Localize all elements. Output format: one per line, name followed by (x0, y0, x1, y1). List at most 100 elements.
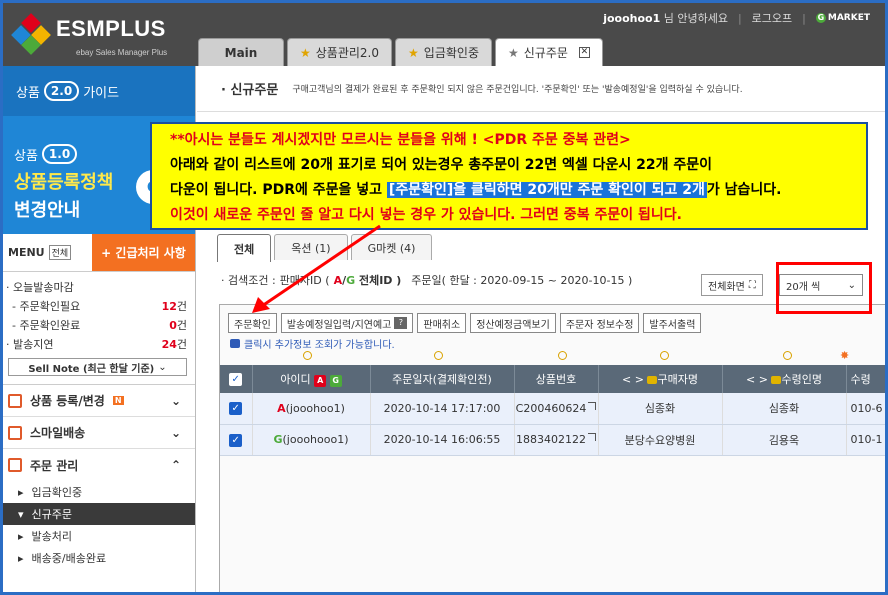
note-line2: 아래와 같이 리스트에 20개 표기로 되어 있는경우 총주문이 22면 엑셀 … (170, 157, 712, 173)
submenu-delivered[interactable]: ▸ 배송중/배송완료 (0, 547, 195, 569)
triangle-right-icon: ▸ (18, 551, 24, 565)
triangle-down-icon: ▾ (18, 507, 24, 521)
user-bar: jooohoo1 님 안녕하세요 | 로그오프 | G MARKET (603, 10, 870, 26)
divider: | (737, 11, 742, 25)
sort-arrows-icon: < > (746, 373, 768, 386)
tab-product-manage[interactable]: ★ 상품관리2.0 (287, 38, 393, 66)
col-receiver[interactable]: < > 수령인명 (722, 365, 847, 393)
row-checkbox[interactable]: ✓ (229, 402, 243, 416)
submenu-shipping[interactable]: ▸ 발송처리 (0, 525, 195, 547)
submenu-payment-check[interactable]: ▸ 입금확인중 (0, 481, 195, 503)
summary-row[interactable]: - 주문확인완료 0건 (6, 316, 187, 335)
gmarket-link[interactable]: G MARKET (815, 13, 870, 23)
row-checkbox[interactable]: ✓ (229, 433, 243, 447)
row-checkbox-cell[interactable]: ✓ (220, 424, 253, 456)
chevron-down-icon: ⌄ (170, 393, 181, 408)
print-order-button[interactable]: 발주서출력 (643, 313, 702, 333)
settings-icon[interactable] (783, 351, 792, 360)
guide-badge: 2.0 (43, 81, 80, 101)
tab-all[interactable]: 전체 (217, 234, 272, 262)
settings-icon[interactable] (303, 351, 312, 360)
summary-row[interactable]: · 오늘발송마감 (6, 278, 187, 297)
submenu-new-orders[interactable]: ▾ 신규주문 (0, 503, 195, 525)
cell-product[interactable]: C200460624 (514, 393, 599, 425)
ship-date-button[interactable]: 발송예정일입력/지연예고? (280, 313, 414, 333)
window-tabs: Main ★ 상품관리2.0 ★ 입금확인중 ★ 신규주문 ✕ (198, 38, 603, 66)
logout-link[interactable]: 로그오프 (752, 10, 792, 26)
cell-date: 2020-10-14 16:06:55 (370, 424, 515, 456)
settings-icon[interactable] (558, 351, 567, 360)
esmplus-logo[interactable]: ESMPLUS ebay Sales Manager Plus (11, 12, 184, 58)
col-buyer[interactable]: < > 구매자명 (598, 365, 723, 393)
cell-date: 2020-10-14 17:17:00 (370, 393, 515, 425)
grid-toolbar: 주문확인 발송예정일입력/지연예고? 판매취소 정산예정금액보기 주문자 정보수… (228, 313, 702, 333)
order-grid: 주문확인 발송예정일입력/지연예고? 판매취소 정산예정금액보기 주문자 정보수… (219, 304, 888, 595)
settlement-button[interactable]: 정산예정금액보기 (470, 313, 556, 333)
settings-icon[interactable] (660, 351, 669, 360)
search-label: · 검색조건 : (221, 274, 276, 287)
external-link-icon[interactable] (588, 433, 596, 441)
col-order-date[interactable]: 주문일자(결제확인전) (370, 365, 515, 393)
close-icon[interactable]: ✕ (578, 47, 590, 58)
menu-sections: 상품 등록/변경 N ⌄ 스마일배송 ⌄ 주문 관리 ⌃ ▸ 입금확인중 ▾ 신규주문 ▸ 발… (0, 384, 195, 569)
help-icon[interactable]: ? (394, 317, 408, 329)
triangle-right-icon: ▸ (18, 529, 24, 543)
settings-icon[interactable] (434, 351, 443, 360)
sun-icon[interactable]: ✸ (840, 350, 849, 361)
tab-payment-check[interactable]: ★ 입금확인중 (395, 38, 492, 66)
product-guide-banner[interactable]: 상품 2.0 가이드 (0, 66, 195, 116)
tab-gmarket[interactable]: G마켓 (4) (350, 234, 433, 260)
search-field: 판매자ID ( (279, 274, 330, 287)
tab-new-orders[interactable]: ★ 신규주문 ✕ (494, 38, 603, 66)
urgent-tab[interactable]: + 긴급처리 사항 (92, 234, 195, 271)
menu-order-manage[interactable]: 주문 관리 ⌃ (0, 449, 195, 481)
sort-arrows-icon: < > (622, 373, 644, 386)
cell-buyer[interactable]: 심종화 (598, 393, 723, 425)
star-icon: ★ (300, 45, 311, 60)
cell-buyer[interactable]: 분당수요양병원 (598, 424, 723, 456)
menu-all-button[interactable]: 전체 (48, 245, 72, 260)
annotation-note: **아시는 분들도 계시겠지만 모르시는 분들을 위해 ! <PDR 주문 중복… (150, 122, 868, 230)
external-link-icon[interactable] (588, 401, 597, 410)
cell-id[interactable]: G(jooohooo1) (252, 424, 371, 456)
col-product-no[interactable]: 상품번호 (514, 365, 599, 393)
select-all-cell[interactable]: ✓ (220, 365, 253, 393)
summary-row[interactable]: · 발송지연 24건 (6, 335, 187, 354)
cell-receiver[interactable]: 심종화 (722, 393, 847, 425)
sell-note-dropdown[interactable]: Sell Note (최근 한달 기준) ⌄ (8, 358, 187, 376)
cell-receiver[interactable]: 김용옥 (722, 424, 847, 456)
expand-icon: ⛶ (748, 279, 756, 291)
cancel-sale-button[interactable]: 판매취소 (417, 313, 467, 333)
fullscreen-button[interactable]: 전체화면 ⛶ (701, 274, 763, 296)
grid-hint: 클릭시 추가정보 조회가 가능합니다. (230, 336, 395, 351)
confirm-order-button[interactable]: 주문확인 (228, 313, 277, 333)
col-receiver-phone[interactable]: 수령 (846, 365, 888, 393)
select-all-checkbox[interactable]: ✓ (229, 373, 243, 386)
edit-buyer-button[interactable]: 주문자 정보수정 (559, 313, 640, 333)
speech-bubble-icon (647, 376, 658, 384)
gmarket-icon: G (815, 13, 826, 23)
logo-name: ESMPLUS (56, 16, 166, 41)
table-row[interactable]: ✓ A(jooohoo1) 2020-10-14 17:17:00 C20046… (220, 393, 888, 425)
order-icon (8, 458, 22, 472)
order-summary: · 오늘발송마감 - 주문확인필요 12건 - 주문확인완료 0건 · 발송지연 24… (0, 272, 195, 354)
summary-row[interactable]: - 주문확인필요 12건 (6, 297, 187, 316)
cell-id[interactable]: A(jooohoo1) (252, 393, 371, 425)
page-header: · 신규주문 구매고객님의 결제가 완료된 후 주문확인 되지 않은 주문건입니… (197, 66, 888, 112)
chevron-down-icon: ⌄ (170, 425, 181, 440)
guide-prefix: 상품 (16, 85, 40, 101)
tab-auction[interactable]: 옥션 (1) (274, 234, 348, 260)
triangle-right-icon: ▸ (18, 485, 24, 499)
plus-icon: + (101, 245, 116, 260)
tab-main[interactable]: Main (198, 38, 284, 66)
menu-product-register[interactable]: 상품 등록/변경 N ⌄ (0, 385, 195, 417)
menu-smile-delivery[interactable]: 스마일배송 ⌄ (0, 417, 195, 449)
table-row[interactable]: ✓ G(jooohooo1) 2020-10-14 16:06:55 18834… (220, 424, 888, 456)
table-header: ✓ 아이디 A G 주문일자(결제확인전) 상품번호 < > 구매자명 < > … (220, 365, 888, 393)
row-checkbox-cell[interactable]: ✓ (220, 393, 253, 425)
order-table: ✓ 아이디 A G 주문일자(결제확인전) 상품번호 < > 구매자명 < > … (220, 365, 888, 456)
col-id[interactable]: 아이디 A G (252, 365, 371, 393)
cell-product[interactable]: 1883402122 (514, 424, 599, 456)
product-icon (8, 393, 22, 408)
chevron-down-icon: ⌄ (158, 361, 167, 373)
